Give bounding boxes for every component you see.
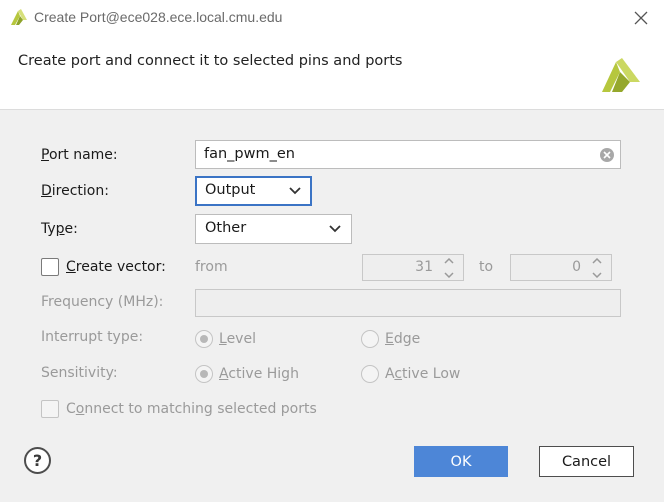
close-icon — [634, 11, 648, 25]
to-label: to — [479, 259, 494, 275]
spinner-arrows[interactable] — [591, 258, 603, 278]
direction-select[interactable]: Output — [195, 176, 312, 206]
window-titlebar: Create Port@ece028.ece.local.cmu.edu — [0, 0, 664, 36]
type-select[interactable]: Other — [195, 214, 352, 244]
sensitivity-active-low-radio[interactable] — [361, 365, 379, 383]
window-title: Create Port@ece028.ece.local.cmu.edu — [34, 9, 283, 25]
vivado-logo-icon — [11, 9, 27, 25]
frequency-input[interactable] — [195, 289, 621, 317]
sensitivity-active-high-label: Active High — [219, 366, 299, 382]
create-vector-label: Create vector: — [66, 259, 166, 275]
vector-from-spinner[interactable]: 31 — [362, 254, 464, 281]
vector-to-spinner[interactable]: 0 — [510, 254, 612, 281]
chevron-down-icon — [592, 272, 602, 278]
connect-matching-label: Connect to matching selected ports — [66, 401, 317, 417]
from-label: from — [195, 259, 228, 275]
chevron-down-icon — [329, 225, 341, 233]
direction-label: Direction: — [41, 183, 109, 199]
interrupt-level-label: Level — [219, 331, 256, 347]
dialog-header: Create port and connect it to selected p… — [0, 36, 664, 110]
type-value: Other — [205, 220, 247, 236]
sensitivity-label: Sensitivity: — [41, 365, 118, 381]
sensitivity-active-low-label: Active Low — [385, 366, 461, 382]
sensitivity-active-high-radio[interactable] — [195, 365, 213, 383]
vector-from-value: 31 — [415, 259, 433, 275]
port-name-input[interactable]: fan_pwm_en — [195, 140, 621, 169]
help-icon: ? — [32, 451, 43, 470]
port-name-label: Port name: — [41, 147, 118, 163]
create-vector-checkbox[interactable] — [41, 258, 59, 276]
chevron-down-icon — [444, 272, 454, 278]
ok-button[interactable]: OK — [414, 446, 508, 477]
interrupt-edge-label: Edge — [385, 331, 421, 347]
close-button[interactable] — [628, 5, 654, 31]
type-label: Type: — [41, 221, 78, 237]
frequency-label: Frequency (MHz): — [41, 294, 164, 310]
dialog-description: Create port and connect it to selected p… — [18, 53, 403, 69]
interrupt-level-radio[interactable] — [195, 330, 213, 348]
connect-matching-checkbox[interactable] — [41, 400, 59, 418]
interrupt-edge-radio[interactable] — [361, 330, 379, 348]
help-button[interactable]: ? — [24, 447, 51, 474]
chevron-down-icon — [289, 187, 301, 195]
chevron-up-icon — [444, 258, 454, 264]
vector-to-value: 0 — [572, 259, 581, 275]
vivado-logo-icon — [602, 58, 640, 92]
interrupt-type-label: Interrupt type: — [41, 329, 144, 345]
port-name-value: fan_pwm_en — [204, 146, 295, 162]
direction-value: Output — [205, 182, 256, 198]
cancel-button[interactable]: Cancel — [539, 446, 634, 477]
chevron-up-icon — [592, 258, 602, 264]
spinner-arrows[interactable] — [443, 258, 455, 278]
clear-icon[interactable] — [600, 148, 614, 162]
